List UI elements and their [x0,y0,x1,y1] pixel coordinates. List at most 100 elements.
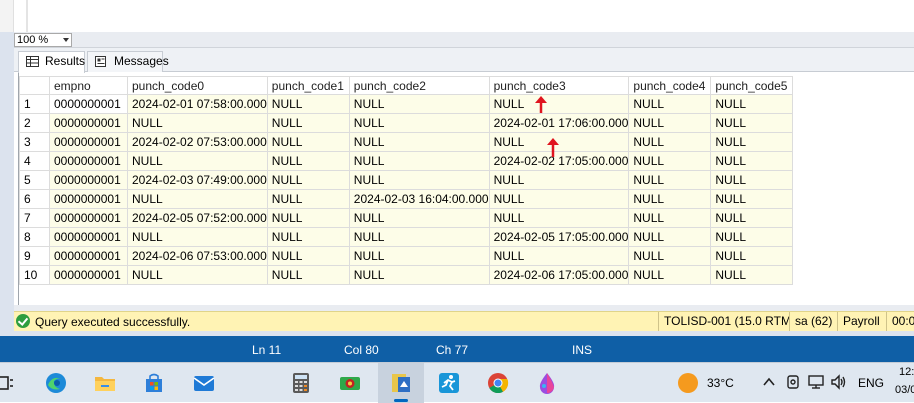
cell-punch-code4[interactable]: NULL [628,113,712,133]
cell-punch-code2[interactable]: NULL [348,151,490,171]
cell-punch-code1[interactable]: NULL [266,170,350,190]
column-header-punch-code5[interactable]: punch_code5 [710,76,794,95]
row-number[interactable]: 8 [19,227,50,247]
cell-punch-code2[interactable]: NULL [348,227,490,247]
cell-punch-code1[interactable]: NULL [266,132,350,152]
cell-punch-code4[interactable]: NULL [628,151,712,171]
cell-punch-code1[interactable]: NULL [266,265,350,285]
weather-sun-icon[interactable] [676,371,700,395]
chevron-down-icon[interactable] [63,38,69,42]
file-explorer-icon[interactable] [93,371,117,395]
cell-punch-code0[interactable]: NULL [127,151,268,171]
cell-empno[interactable]: 0000000001 [49,94,128,114]
cell-punch-code5[interactable]: NULL [710,246,794,266]
query-editor[interactable] [0,0,914,32]
meet-now-icon[interactable] [784,373,802,391]
cell-empno[interactable]: 0000000001 [49,132,128,152]
cell-empno[interactable]: 0000000001 [49,227,128,247]
column-header-punch-code1[interactable]: punch_code1 [266,76,350,95]
row-number[interactable]: 10 [19,265,50,285]
mail-icon[interactable] [192,371,216,395]
cell-empno[interactable]: 0000000001 [49,265,128,285]
table-row[interactable]: 1 0000000001 2024-02-01 07:58:00.000 NULL NU… [19,94,794,114]
column-header-punch-code2[interactable]: punch_code2 [348,76,490,95]
cell-empno[interactable]: 0000000001 [49,170,128,190]
cell-punch-code5[interactable]: NULL [710,265,794,285]
cell-punch-code4[interactable]: NULL [628,265,712,285]
cell-punch-code0[interactable]: 2024-02-01 07:58:00.000 [127,94,268,114]
cell-punch-code5[interactable]: NULL [710,208,794,228]
cell-punch-code3[interactable]: NULL [488,246,630,266]
edge-icon[interactable] [44,371,68,395]
clock-time[interactable]: 12: [899,366,914,378]
row-number[interactable]: 1 [19,94,50,114]
cell-empno[interactable]: 0000000001 [49,208,128,228]
cell-punch-code4[interactable]: NULL [628,94,712,114]
runner-app-icon[interactable] [437,371,461,395]
cell-punch-code5[interactable]: NULL [710,189,794,209]
cell-punch-code5[interactable]: NULL [710,227,794,247]
column-header-empno[interactable]: empno [49,76,128,95]
cell-punch-code2[interactable]: NULL [348,246,490,266]
row-number[interactable]: 5 [19,170,50,190]
cell-punch-code4[interactable]: NULL [628,208,712,228]
network-icon[interactable] [807,373,825,391]
cell-punch-code1[interactable]: NULL [266,246,350,266]
cell-punch-code3[interactable]: NULL [488,94,630,114]
cell-punch-code1[interactable]: NULL [266,113,350,133]
row-number[interactable]: 2 [19,113,50,133]
weather-temperature[interactable]: 33°C [707,376,734,390]
cell-punch-code3[interactable]: NULL [488,170,630,190]
cell-punch-code4[interactable]: NULL [628,227,712,247]
cell-punch-code5[interactable]: NULL [710,113,794,133]
table-row[interactable]: 8 0000000001 NULL NULL NULL 2024-02-05 17:05:… [19,227,794,247]
cell-punch-code0[interactable]: 2024-02-05 07:52:00.000 [127,208,268,228]
paint-drop-icon[interactable] [535,371,559,395]
cell-punch-code4[interactable]: NULL [628,189,712,209]
cell-punch-code3[interactable]: NULL [488,208,630,228]
cell-punch-code1[interactable]: NULL [266,208,350,228]
cell-punch-code2[interactable]: NULL [348,132,490,152]
table-row[interactable]: 2 0000000001 NULL NULL NULL 2024-02-01 17:06:… [19,113,794,133]
cell-punch-code4[interactable]: NULL [628,170,712,190]
row-number-header[interactable] [19,76,50,95]
cell-punch-code2[interactable]: NULL [348,113,490,133]
task-view-icon[interactable] [0,371,24,395]
cell-punch-code0[interactable]: NULL [127,265,268,285]
table-row[interactable]: 5 0000000001 2024-02-03 07:49:00.000 NULL NU… [19,170,794,190]
cell-punch-code1[interactable]: NULL [266,227,350,247]
cell-punch-code3[interactable]: NULL [488,189,630,209]
cell-punch-code0[interactable]: NULL [127,189,268,209]
cell-empno[interactable]: 0000000001 [49,189,128,209]
table-row[interactable]: 10 0000000001 NULL NULL NULL 2024-02-06 17:05… [19,265,794,285]
row-number[interactable]: 7 [19,208,50,228]
cell-punch-code2[interactable]: NULL [348,265,490,285]
chevron-up-icon[interactable] [760,373,778,391]
cell-punch-code1[interactable]: NULL [266,94,350,114]
cell-punch-code5[interactable]: NULL [710,170,794,190]
cell-punch-code1[interactable]: NULL [266,189,350,209]
cell-punch-code0[interactable]: 2024-02-03 07:49:00.000 [127,170,268,190]
column-header-punch-code4[interactable]: punch_code4 [628,76,712,95]
cell-empno[interactable]: 0000000001 [49,113,128,133]
cell-punch-code0[interactable]: 2024-02-06 07:53:00.000 [127,246,268,266]
table-row[interactable]: 7 0000000001 2024-02-05 07:52:00.000 NULL NU… [19,208,794,228]
cell-punch-code0[interactable]: NULL [127,113,268,133]
table-row[interactable]: 9 0000000001 2024-02-06 07:53:00.000 NULL NU… [19,246,794,266]
clock-date[interactable]: 03/0 [895,384,914,396]
cell-punch-code3[interactable]: 2024-02-05 17:05:00.000 [488,227,630,247]
cell-punch-code5[interactable]: NULL [710,151,794,171]
row-number[interactable]: 9 [19,246,50,266]
cell-punch-code4[interactable]: NULL [628,246,712,266]
cell-empno[interactable]: 0000000001 [49,246,128,266]
tab-messages[interactable]: Messages [87,51,169,72]
video-app-icon[interactable] [338,371,362,395]
input-language[interactable]: ENG [858,376,884,390]
ssms-icon[interactable] [389,371,413,395]
column-header-punch-code3[interactable]: punch_code3 [488,76,630,95]
table-row[interactable]: 3 0000000001 2024-02-02 07:53:00.000 NULL NU… [19,132,794,152]
chrome-icon[interactable] [486,371,510,395]
cell-punch-code5[interactable]: NULL [710,94,794,114]
cell-punch-code2[interactable]: NULL [348,94,490,114]
column-header-punch-code0[interactable]: punch_code0 [127,76,268,95]
